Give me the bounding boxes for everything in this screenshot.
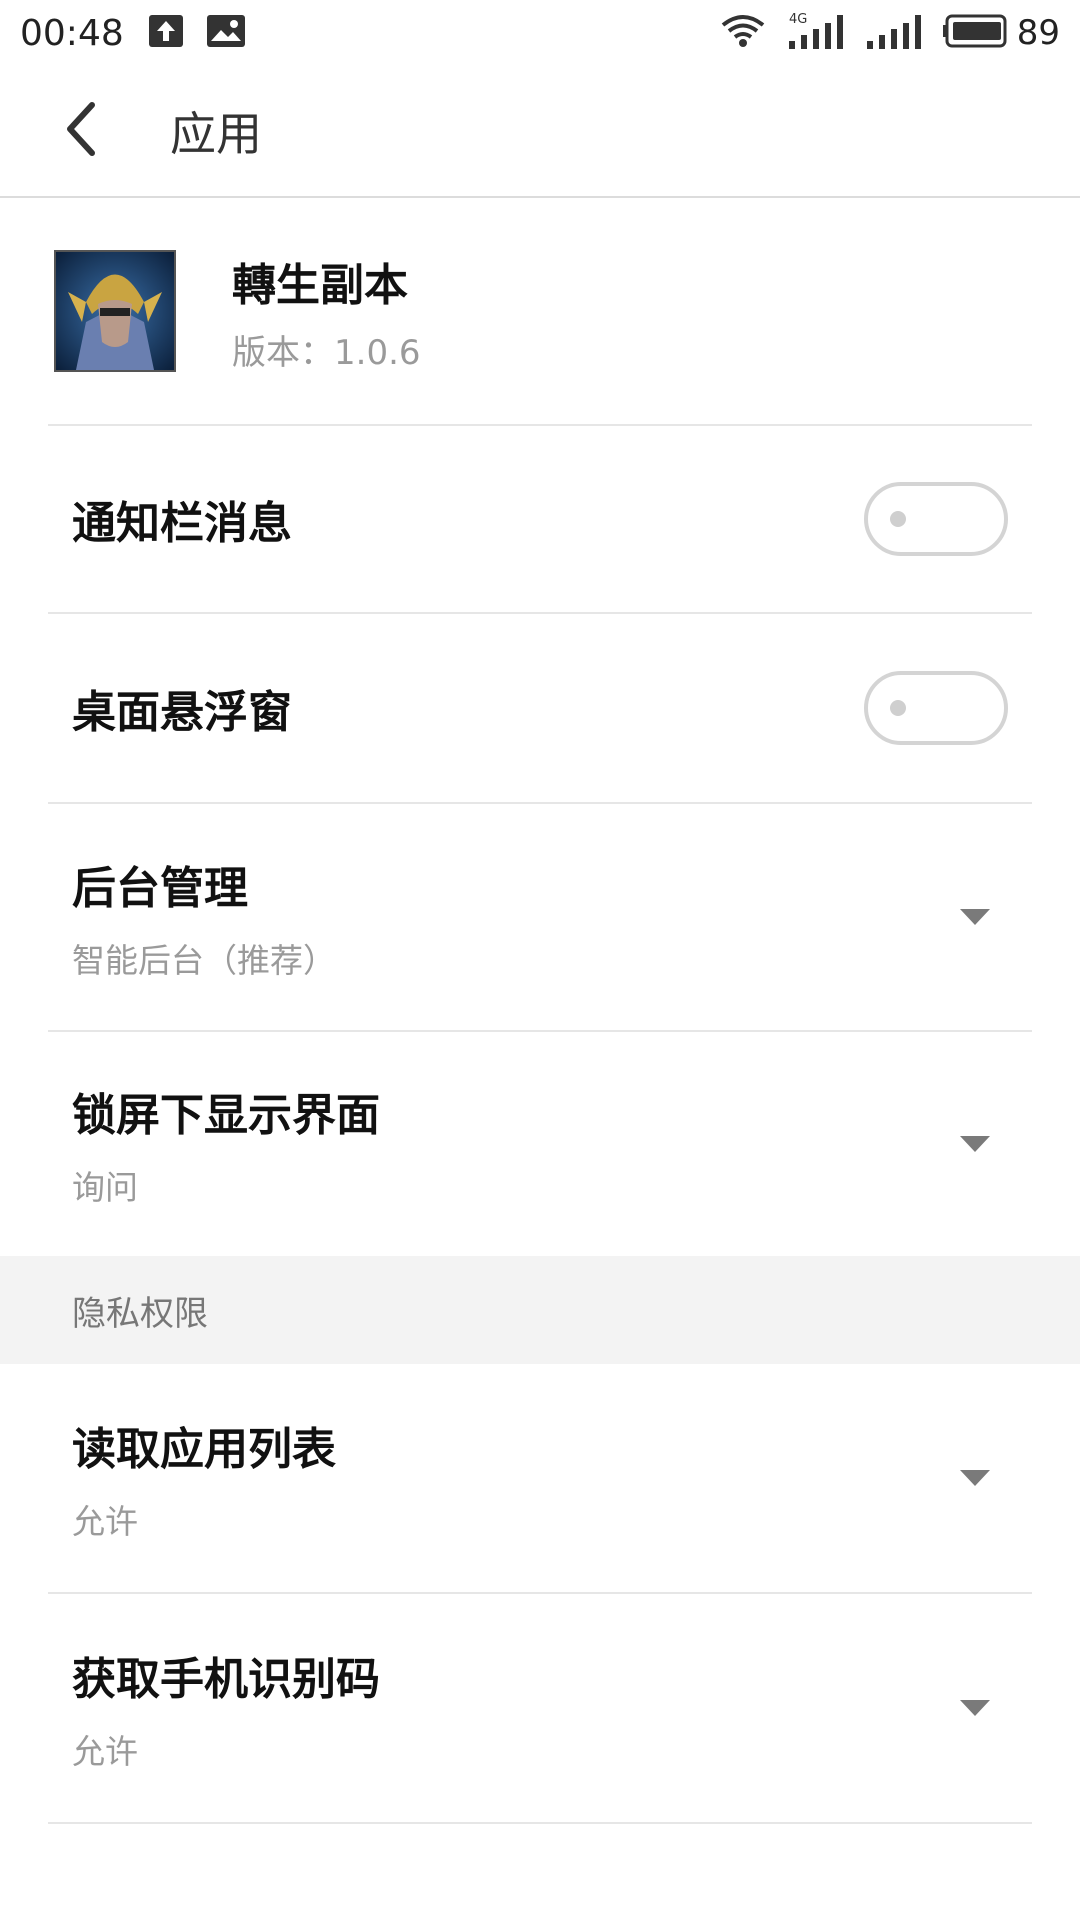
- setting-title: 后台管理: [72, 863, 248, 914]
- app-name: 轉生副本: [232, 259, 408, 311]
- floating-window-setting-row[interactable]: 桌面悬浮窗: [48, 614, 1032, 804]
- app-version: 版本：1.0.6: [232, 325, 421, 374]
- dropdown-arrow-icon[interactable]: [960, 1470, 990, 1486]
- back-button[interactable]: [0, 65, 170, 197]
- svg-text:4G: 4G: [789, 12, 807, 27]
- image-notification-icon: [206, 14, 246, 52]
- battery-level: 89: [1016, 13, 1060, 53]
- toggle-knob: [890, 700, 906, 716]
- status-bar: 00:48 4G 89: [0, 0, 1080, 66]
- dropdown-arrow-icon[interactable]: [960, 909, 990, 925]
- battery-icon: [942, 14, 1009, 52]
- status-time: 00:48: [20, 12, 124, 54]
- device-id-row[interactable]: 获取手机识别码 允许: [48, 1594, 1032, 1824]
- upload-icon: [148, 14, 184, 52]
- setting-title: 桌面悬浮窗: [72, 687, 292, 738]
- lockscreen-display-row[interactable]: 锁屏下显示界面 询问: [48, 1032, 1032, 1256]
- signal-4g-icon: 4G: [787, 11, 843, 55]
- toggle-knob: [890, 511, 906, 527]
- setting-value: 允许: [72, 1502, 138, 1541]
- privacy-section-header: 隐私权限: [0, 1256, 1080, 1364]
- background-management-row[interactable]: 后台管理 智能后台（推荐）: [48, 804, 1032, 1032]
- dropdown-arrow-icon[interactable]: [960, 1136, 990, 1152]
- setting-title: 通知栏消息: [72, 498, 292, 549]
- app-settings-screen: 00:48 4G 89 应用 轉生副本 版本：1.0.6 通知栏消息 桌面悬浮窗…: [0, 0, 1080, 1920]
- dropdown-arrow-icon[interactable]: [960, 1700, 990, 1716]
- setting-title: 读取应用列表: [72, 1424, 336, 1475]
- page-title: 应用: [170, 107, 262, 161]
- read-app-list-row[interactable]: 读取应用列表 允许: [48, 1364, 1032, 1594]
- app-info-header: 轉生副本 版本：1.0.6: [48, 198, 1032, 426]
- back-arrow-icon: [62, 101, 98, 161]
- notification-setting-row[interactable]: 通知栏消息: [48, 426, 1032, 614]
- app-icon: [54, 250, 176, 372]
- setting-value: 允许: [72, 1732, 138, 1771]
- setting-title: 锁屏下显示界面: [72, 1090, 380, 1141]
- version-label: 版本：: [232, 332, 334, 373]
- setting-value: 智能后台（推荐）: [72, 941, 336, 980]
- setting-value: 询问: [72, 1168, 138, 1207]
- notification-toggle[interactable]: [864, 482, 1008, 556]
- signal-icon: [865, 11, 921, 55]
- title-bar: 应用: [0, 66, 1080, 198]
- wifi-icon: [721, 13, 765, 53]
- setting-title: 获取手机识别码: [72, 1654, 380, 1705]
- floating-window-toggle[interactable]: [864, 671, 1008, 745]
- version-number: 1.0.6: [334, 332, 421, 373]
